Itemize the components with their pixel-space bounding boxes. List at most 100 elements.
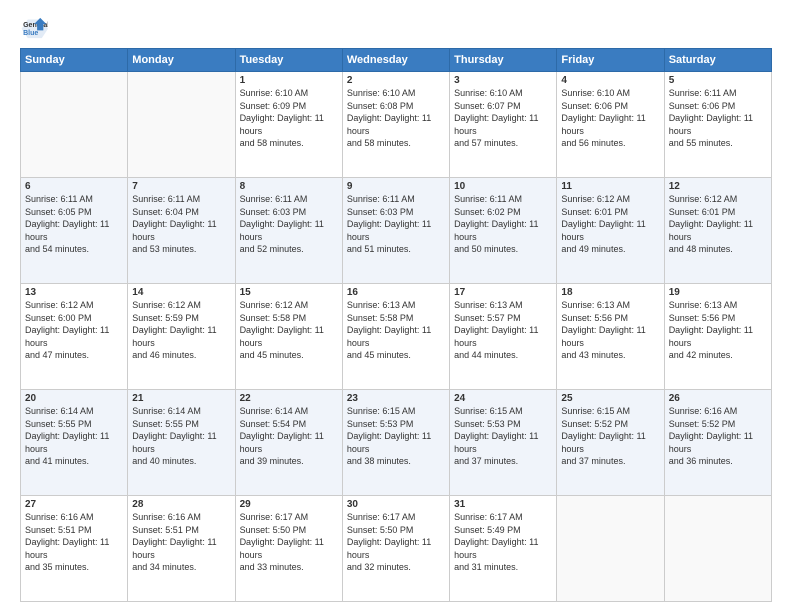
day-info: Sunrise: 6:13 AMSunset: 5:57 PMDaylight:… <box>454 299 552 362</box>
column-header-wednesday: Wednesday <box>342 49 449 72</box>
column-header-thursday: Thursday <box>450 49 557 72</box>
logo: General Blue <box>20 16 52 40</box>
day-info: Sunrise: 6:11 AMSunset: 6:05 PMDaylight:… <box>25 193 123 256</box>
calendar-day-cell: 8Sunrise: 6:11 AMSunset: 6:03 PMDaylight… <box>235 178 342 284</box>
day-info: Sunrise: 6:16 AMSunset: 5:51 PMDaylight:… <box>132 511 230 574</box>
day-info: Sunrise: 6:16 AMSunset: 5:52 PMDaylight:… <box>669 405 767 468</box>
day-number: 13 <box>25 287 123 298</box>
day-info: Sunrise: 6:17 AMSunset: 5:50 PMDaylight:… <box>347 511 445 574</box>
day-info: Sunrise: 6:11 AMSunset: 6:03 PMDaylight:… <box>240 193 338 256</box>
day-number: 17 <box>454 287 552 298</box>
calendar-table: SundayMondayTuesdayWednesdayThursdayFrid… <box>20 48 772 602</box>
calendar-day-cell: 15Sunrise: 6:12 AMSunset: 5:58 PMDayligh… <box>235 284 342 390</box>
day-number: 3 <box>454 75 552 86</box>
calendar-week-row: 20Sunrise: 6:14 AMSunset: 5:55 PMDayligh… <box>21 390 772 496</box>
day-number: 4 <box>561 75 659 86</box>
day-info: Sunrise: 6:11 AMSunset: 6:02 PMDaylight:… <box>454 193 552 256</box>
day-number: 9 <box>347 181 445 192</box>
calendar-day-cell <box>664 496 771 602</box>
calendar-day-cell: 6Sunrise: 6:11 AMSunset: 6:05 PMDaylight… <box>21 178 128 284</box>
day-number: 31 <box>454 499 552 510</box>
day-number: 18 <box>561 287 659 298</box>
page: General Blue SundayMondayTuesdayWednesda… <box>0 0 792 612</box>
day-number: 20 <box>25 393 123 404</box>
day-info: Sunrise: 6:16 AMSunset: 5:51 PMDaylight:… <box>25 511 123 574</box>
calendar-day-cell: 7Sunrise: 6:11 AMSunset: 6:04 PMDaylight… <box>128 178 235 284</box>
calendar-day-cell: 23Sunrise: 6:15 AMSunset: 5:53 PMDayligh… <box>342 390 449 496</box>
day-number: 14 <box>132 287 230 298</box>
column-header-friday: Friday <box>557 49 664 72</box>
day-info: Sunrise: 6:10 AMSunset: 6:08 PMDaylight:… <box>347 87 445 150</box>
day-info: Sunrise: 6:14 AMSunset: 5:54 PMDaylight:… <box>240 405 338 468</box>
day-number: 7 <box>132 181 230 192</box>
day-info: Sunrise: 6:17 AMSunset: 5:50 PMDaylight:… <box>240 511 338 574</box>
calendar-day-cell: 28Sunrise: 6:16 AMSunset: 5:51 PMDayligh… <box>128 496 235 602</box>
calendar-week-row: 27Sunrise: 6:16 AMSunset: 5:51 PMDayligh… <box>21 496 772 602</box>
day-info: Sunrise: 6:15 AMSunset: 5:53 PMDaylight:… <box>347 405 445 468</box>
calendar-day-cell: 17Sunrise: 6:13 AMSunset: 5:57 PMDayligh… <box>450 284 557 390</box>
day-number: 11 <box>561 181 659 192</box>
day-number: 1 <box>240 75 338 86</box>
day-number: 27 <box>25 499 123 510</box>
calendar-day-cell: 9Sunrise: 6:11 AMSunset: 6:03 PMDaylight… <box>342 178 449 284</box>
calendar-day-cell: 3Sunrise: 6:10 AMSunset: 6:07 PMDaylight… <box>450 72 557 178</box>
day-info: Sunrise: 6:11 AMSunset: 6:06 PMDaylight:… <box>669 87 767 150</box>
day-number: 2 <box>347 75 445 86</box>
calendar-day-cell: 19Sunrise: 6:13 AMSunset: 5:56 PMDayligh… <box>664 284 771 390</box>
logo-icon: General Blue <box>20 16 48 40</box>
day-number: 15 <box>240 287 338 298</box>
calendar-day-cell: 27Sunrise: 6:16 AMSunset: 5:51 PMDayligh… <box>21 496 128 602</box>
day-info: Sunrise: 6:10 AMSunset: 6:07 PMDaylight:… <box>454 87 552 150</box>
column-header-monday: Monday <box>128 49 235 72</box>
calendar-day-cell: 24Sunrise: 6:15 AMSunset: 5:53 PMDayligh… <box>450 390 557 496</box>
column-header-tuesday: Tuesday <box>235 49 342 72</box>
day-number: 23 <box>347 393 445 404</box>
calendar-day-cell: 13Sunrise: 6:12 AMSunset: 6:00 PMDayligh… <box>21 284 128 390</box>
calendar-day-cell: 25Sunrise: 6:15 AMSunset: 5:52 PMDayligh… <box>557 390 664 496</box>
day-info: Sunrise: 6:15 AMSunset: 5:53 PMDaylight:… <box>454 405 552 468</box>
calendar-day-cell: 20Sunrise: 6:14 AMSunset: 5:55 PMDayligh… <box>21 390 128 496</box>
day-info: Sunrise: 6:13 AMSunset: 5:56 PMDaylight:… <box>561 299 659 362</box>
calendar-day-cell: 10Sunrise: 6:11 AMSunset: 6:02 PMDayligh… <box>450 178 557 284</box>
day-info: Sunrise: 6:15 AMSunset: 5:52 PMDaylight:… <box>561 405 659 468</box>
calendar-day-cell: 16Sunrise: 6:13 AMSunset: 5:58 PMDayligh… <box>342 284 449 390</box>
day-info: Sunrise: 6:10 AMSunset: 6:06 PMDaylight:… <box>561 87 659 150</box>
day-info: Sunrise: 6:14 AMSunset: 5:55 PMDaylight:… <box>25 405 123 468</box>
day-number: 10 <box>454 181 552 192</box>
calendar-day-cell: 18Sunrise: 6:13 AMSunset: 5:56 PMDayligh… <box>557 284 664 390</box>
calendar-week-row: 6Sunrise: 6:11 AMSunset: 6:05 PMDaylight… <box>21 178 772 284</box>
calendar-day-cell: 31Sunrise: 6:17 AMSunset: 5:49 PMDayligh… <box>450 496 557 602</box>
day-number: 16 <box>347 287 445 298</box>
day-number: 25 <box>561 393 659 404</box>
calendar-day-cell <box>557 496 664 602</box>
svg-text:Blue: Blue <box>23 30 38 37</box>
day-info: Sunrise: 6:14 AMSunset: 5:55 PMDaylight:… <box>132 405 230 468</box>
day-number: 12 <box>669 181 767 192</box>
calendar-day-cell: 21Sunrise: 6:14 AMSunset: 5:55 PMDayligh… <box>128 390 235 496</box>
calendar-day-cell: 22Sunrise: 6:14 AMSunset: 5:54 PMDayligh… <box>235 390 342 496</box>
calendar-day-cell: 26Sunrise: 6:16 AMSunset: 5:52 PMDayligh… <box>664 390 771 496</box>
day-number: 21 <box>132 393 230 404</box>
calendar-day-cell: 11Sunrise: 6:12 AMSunset: 6:01 PMDayligh… <box>557 178 664 284</box>
day-number: 8 <box>240 181 338 192</box>
calendar-day-cell: 5Sunrise: 6:11 AMSunset: 6:06 PMDaylight… <box>664 72 771 178</box>
day-number: 5 <box>669 75 767 86</box>
calendar-day-cell: 12Sunrise: 6:12 AMSunset: 6:01 PMDayligh… <box>664 178 771 284</box>
day-number: 24 <box>454 393 552 404</box>
calendar-day-cell: 30Sunrise: 6:17 AMSunset: 5:50 PMDayligh… <box>342 496 449 602</box>
calendar-header-row: SundayMondayTuesdayWednesdayThursdayFrid… <box>21 49 772 72</box>
calendar-week-row: 1Sunrise: 6:10 AMSunset: 6:09 PMDaylight… <box>21 72 772 178</box>
calendar-day-cell: 14Sunrise: 6:12 AMSunset: 5:59 PMDayligh… <box>128 284 235 390</box>
day-info: Sunrise: 6:11 AMSunset: 6:03 PMDaylight:… <box>347 193 445 256</box>
day-info: Sunrise: 6:11 AMSunset: 6:04 PMDaylight:… <box>132 193 230 256</box>
day-info: Sunrise: 6:13 AMSunset: 5:58 PMDaylight:… <box>347 299 445 362</box>
day-number: 22 <box>240 393 338 404</box>
day-info: Sunrise: 6:17 AMSunset: 5:49 PMDaylight:… <box>454 511 552 574</box>
day-number: 30 <box>347 499 445 510</box>
day-info: Sunrise: 6:12 AMSunset: 6:00 PMDaylight:… <box>25 299 123 362</box>
calendar-day-cell <box>21 72 128 178</box>
day-number: 26 <box>669 393 767 404</box>
calendar-day-cell: 29Sunrise: 6:17 AMSunset: 5:50 PMDayligh… <box>235 496 342 602</box>
day-info: Sunrise: 6:12 AMSunset: 6:01 PMDaylight:… <box>561 193 659 256</box>
calendar-day-cell: 2Sunrise: 6:10 AMSunset: 6:08 PMDaylight… <box>342 72 449 178</box>
